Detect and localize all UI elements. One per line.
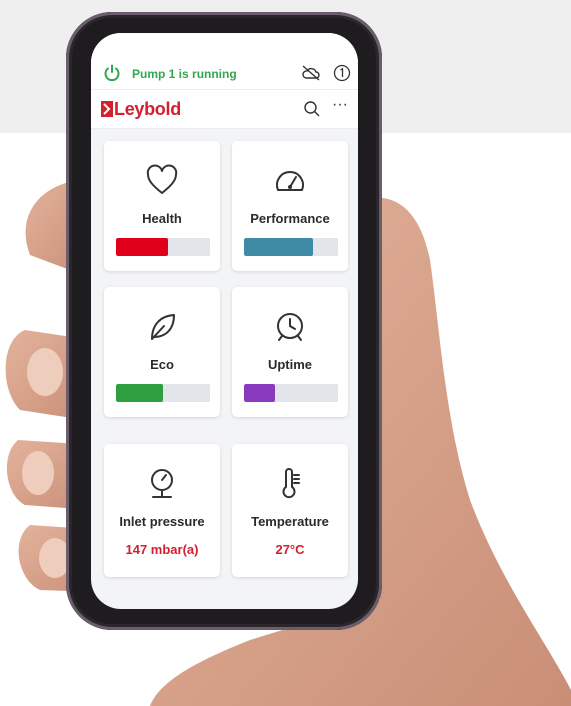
level-fill (244, 384, 276, 402)
logo-mark-icon (101, 101, 113, 117)
app-bar: Leybold ··· (91, 90, 358, 129)
level-bar (244, 384, 338, 402)
tile-health[interactable]: Health (104, 141, 220, 271)
tile-label: Health (142, 211, 182, 226)
level-bar (116, 238, 210, 256)
tile-temperature[interactable]: Temperature 27°C (232, 444, 348, 577)
tile-label: Uptime (267, 357, 313, 372)
level-bar (244, 238, 338, 256)
pump-status-text: Pump 1 is running (132, 67, 237, 81)
gauge-icon (276, 171, 304, 191)
leaf-icon (151, 314, 175, 340)
level-fill (116, 238, 168, 256)
phone-screen: Pump 1 is running Leybold ··· Health Per… (91, 33, 358, 609)
pressure-gauge-icon (151, 469, 173, 498)
temperature-value: 27°C (275, 542, 305, 557)
tile-performance[interactable]: Performance (232, 141, 348, 271)
level-bar (116, 384, 210, 402)
tile-label: Performance (250, 211, 330, 226)
leybold-logo: Leybold (101, 98, 181, 120)
tile-inlet-pressure[interactable]: Inlet pressure 147 mbar(a) (104, 444, 220, 577)
logo-text: Leybold (114, 98, 181, 119)
level-fill (244, 238, 313, 256)
tile-uptime[interactable]: Uptime (232, 287, 348, 417)
tile-eco[interactable]: Eco (104, 287, 220, 417)
pump-number-icon[interactable] (333, 64, 351, 82)
tile-label: Temperature (251, 514, 329, 529)
inlet-pressure-value: 147 mbar(a) (125, 542, 199, 557)
search-icon[interactable] (303, 100, 321, 118)
level-fill (116, 384, 163, 402)
status-bar: Pump 1 is running (91, 33, 358, 90)
cloud-off-icon[interactable] (301, 65, 321, 81)
power-icon (104, 64, 120, 82)
thermometer-icon (282, 468, 300, 499)
clock-icon (277, 313, 303, 341)
heart-icon (146, 164, 178, 194)
tile-label: Inlet pressure (119, 514, 205, 529)
more-icon[interactable]: ··· (331, 97, 349, 116)
tile-label: Eco (150, 357, 174, 372)
